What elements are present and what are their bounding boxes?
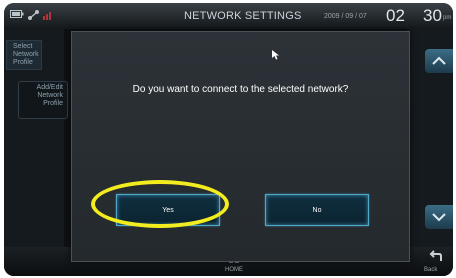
date-readout: 2009 / 09 / 07 — [324, 13, 367, 20]
network-icon — [28, 10, 39, 20]
back-arrow-icon — [429, 250, 442, 261]
page-title: NETWORK SETTINGS — [184, 10, 302, 22]
chevron-down-icon — [432, 213, 446, 222]
device-screen: NETWORK SETTINGS 2009 / 09 / 07 02 30 pm… — [4, 3, 453, 276]
screen: NETWORK SETTINGS 2009 / 09 / 07 02 30 pm… — [0, 0, 456, 278]
home-label: HOME — [225, 267, 243, 273]
scroll-up-button[interactable] — [425, 49, 453, 73]
time-readout: 30 — [423, 6, 442, 25]
chevron-up-icon — [432, 56, 446, 65]
sidebar: Select Network Profile Add/Edit Network … — [4, 29, 68, 247]
sidebar-item-select-network-profile[interactable]: Select Network Profile — [6, 40, 42, 70]
sidebar-item-label: Add/Edit Network Profile — [36, 84, 63, 107]
sidebar-item-add-edit-network-profile[interactable]: Add/Edit Network Profile — [18, 81, 68, 119]
right-panel — [407, 29, 453, 247]
back-button[interactable]: Back — [418, 247, 453, 276]
dialog-message: Do you want to connect to the selected n… — [132, 84, 349, 95]
battery-icon — [10, 10, 24, 18]
signal-icon — [43, 12, 51, 20]
scroll-down-button[interactable] — [425, 205, 453, 229]
no-button[interactable]: No — [265, 194, 369, 226]
status-bar: NETWORK SETTINGS 2009 / 09 / 07 02 30 pm — [4, 3, 453, 29]
day-readout: 02 — [386, 6, 405, 25]
confirm-dialog: Do you want to connect to the selected n… — [71, 31, 410, 262]
back-label: Back — [424, 267, 438, 273]
mouse-cursor-icon — [272, 50, 279, 60]
sidebar-item-label: Select Network Profile — [13, 43, 39, 66]
yes-button[interactable]: Yes — [116, 194, 220, 226]
ampm-readout: pm — [443, 15, 452, 21]
